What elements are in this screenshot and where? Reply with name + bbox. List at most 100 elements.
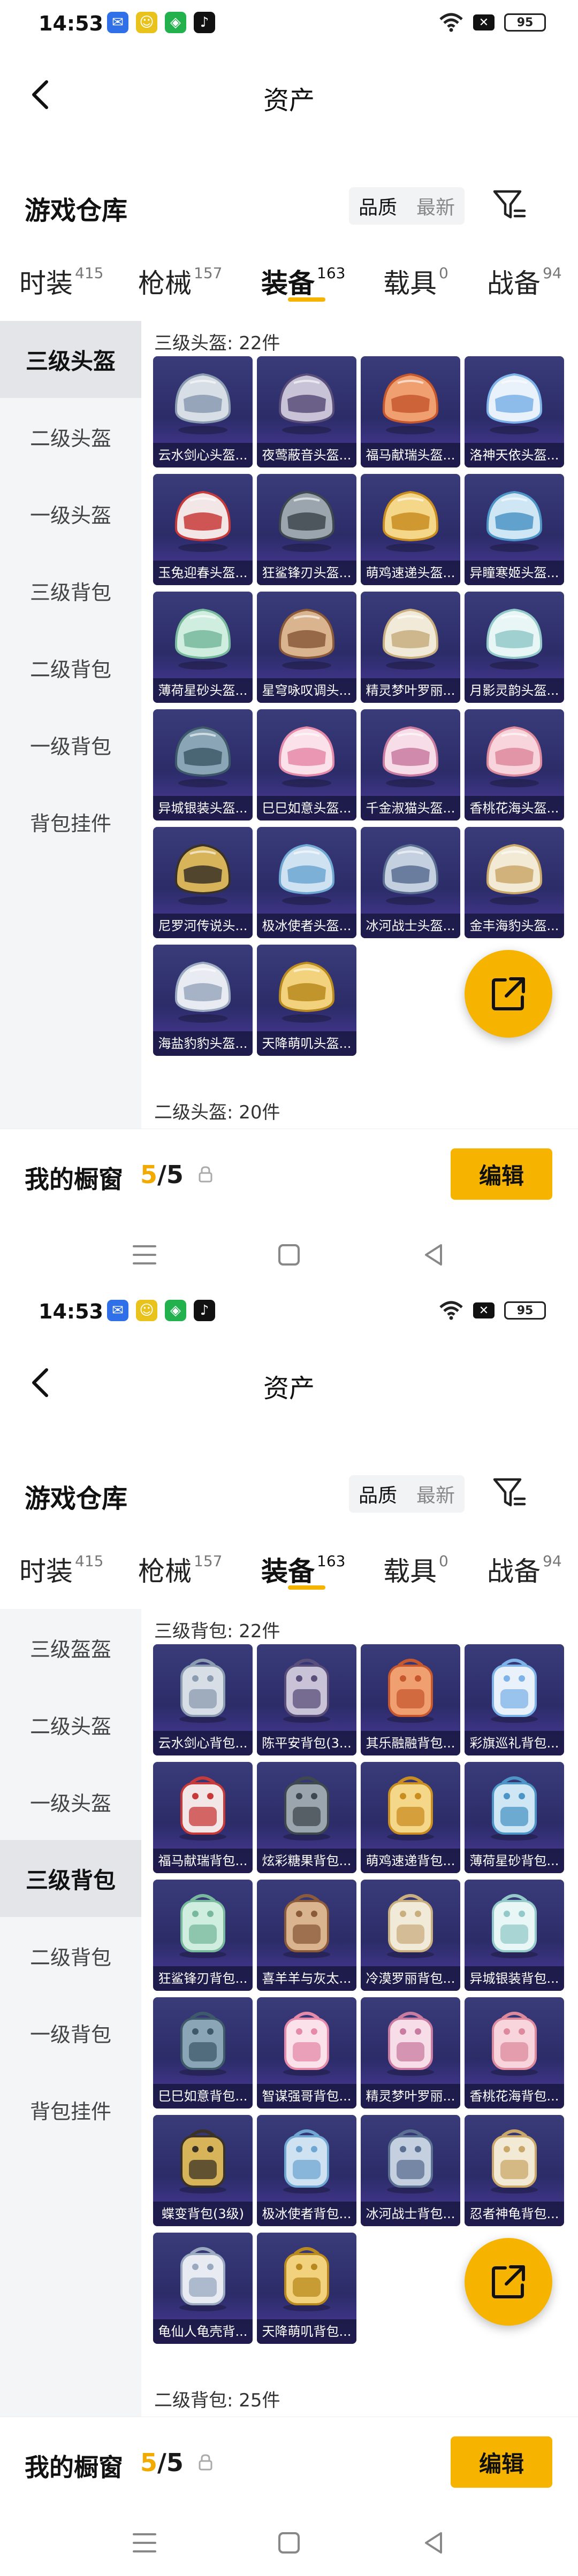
active-tab-indicator [288, 1585, 325, 1590]
item-card[interactable]: 香桃花海背包... [465, 1997, 564, 2109]
item-card[interactable]: 云水剑心头盔... [153, 356, 253, 467]
helmet-icon [165, 597, 240, 672]
item-card[interactable]: 月影灵韵头盔... [465, 592, 564, 703]
sort-newest-option[interactable]: 最新 [416, 192, 455, 220]
sidebar-item[interactable]: 二级背包 [0, 1917, 141, 1994]
item-card[interactable]: 智谋强哥背包... [257, 1997, 356, 2109]
sidebar-item[interactable]: 三级背包 [0, 552, 141, 629]
item-card[interactable]: 巳巳如意头盔... [257, 709, 356, 821]
item-card[interactable]: 金丰海豹头盔... [465, 827, 564, 938]
item-card[interactable]: 洛神天依头盔... [465, 356, 564, 467]
item-card[interactable]: 云水剑心背包... [153, 1644, 253, 1755]
tab-count: 157 [194, 1552, 223, 1570]
sidebar-item[interactable]: 二级头盔 [0, 1686, 141, 1763]
item-card[interactable]: 忍者神龟背包... [465, 2115, 564, 2226]
item-card[interactable]: 异城银装背包... [465, 1880, 564, 1991]
item-card[interactable]: 冷漠罗丽背包... [361, 1880, 460, 1991]
item-card[interactable]: 狂鲨锋刃头盔... [257, 474, 356, 585]
tab-1[interactable]: 枪械 157 [138, 262, 222, 301]
item-card[interactable]: 冰河战士头盔... [361, 827, 460, 938]
item-card[interactable]: 喜羊羊与灰太... [257, 1880, 356, 1991]
sidebar-item[interactable]: 一级背包 [0, 706, 141, 783]
item-name: 星穹咏叹调头... [257, 678, 356, 703]
item-card[interactable]: 蝶变背包(3级) [153, 2115, 253, 2226]
showcase-title: 我的橱窗 [25, 2453, 123, 2482]
home-icon[interactable] [273, 2527, 305, 2559]
item-card[interactable]: 天降萌叽背包... [257, 2233, 356, 2344]
item-card[interactable]: 极冰使者头盔... [257, 827, 356, 938]
item-card[interactable]: 萌鸡速递头盔... [361, 474, 460, 585]
backpack-icon [477, 2120, 552, 2195]
sidebar-item[interactable]: 一级头盔 [0, 475, 141, 552]
item-card[interactable]: 香桃花海头盔... [465, 709, 564, 821]
showcase-used: 5 [140, 1160, 158, 1189]
back-nav-icon[interactable] [417, 2527, 450, 2559]
sidebar-item[interactable]: 二级头盔 [0, 398, 141, 475]
sidebar-item[interactable]: 二级背包 [0, 629, 141, 706]
subcategory-sidebar: 三级头盔 二级头盔 一级头盔 三级背包 二级背包 一级背包 背包挂件 [0, 321, 141, 1129]
item-card[interactable]: 福马献瑞头盔... [361, 356, 460, 467]
tab-2[interactable]: 装备 163 [261, 1550, 345, 1589]
share-button[interactable] [465, 950, 552, 1038]
tab-0[interactable]: 时装 415 [19, 1550, 103, 1589]
menu-icon[interactable] [128, 1239, 161, 1271]
item-card[interactable]: 异城银装头盔... [153, 709, 253, 821]
tab-4[interactable]: 战备 94 [487, 262, 562, 301]
item-card[interactable]: 千金淑猫头盔... [361, 709, 460, 821]
menu-icon[interactable] [128, 2527, 161, 2559]
item-card[interactable]: 巳巳如意背包... [153, 1997, 253, 2109]
tab-0[interactable]: 时装 415 [19, 262, 103, 301]
sidebar-item[interactable]: 一级头盔 [0, 1763, 141, 1840]
sort-newest-option[interactable]: 最新 [416, 1480, 455, 1508]
sidebar-item[interactable]: 背包挂件 [0, 783, 141, 860]
back-nav-icon[interactable] [417, 1239, 450, 1271]
item-card[interactable]: 冰河战士背包... [361, 2115, 460, 2226]
item-card[interactable]: 异瞳寒姬头盔... [465, 474, 564, 585]
item-card[interactable]: 其乐融融背包... [361, 1644, 460, 1755]
sidebar-item[interactable]: 三级背包 [0, 1840, 141, 1917]
item-card[interactable]: 尼罗河传说头... [153, 827, 253, 938]
tab-3[interactable]: 载具 0 [383, 262, 448, 301]
status-bar: 14:53 ✉ ☺ ◈ ♪ ✕ 95 [0, 1288, 578, 1336]
sidebar-item[interactable]: 三级头盔 [0, 321, 141, 398]
item-card[interactable]: 天降萌叽头盔... [257, 945, 356, 1056]
item-card[interactable]: 薄荷星砂头盔... [153, 592, 253, 703]
item-card[interactable]: 陈平安背包(3... [257, 1644, 356, 1755]
filter-icon[interactable] [491, 186, 529, 224]
item-card[interactable]: 福马献瑞背包... [153, 1762, 253, 1873]
sort-quality-option[interactable]: 品质 [359, 1480, 397, 1508]
home-icon[interactable] [273, 1239, 305, 1271]
item-card[interactable]: 极冰使者背包... [257, 2115, 356, 2226]
helmet-icon [165, 479, 240, 554]
share-button[interactable] [465, 2238, 552, 2326]
item-card[interactable]: 萌鸡速递背包... [361, 1762, 460, 1873]
sidebar-item[interactable]: 一级背包 [0, 1994, 141, 2071]
item-card[interactable]: 彩旗巡礼背包... [465, 1644, 564, 1755]
notification-icons: ✉ ☺ ◈ ♪ [107, 1300, 215, 1321]
item-card[interactable]: 精灵梦叶罗丽... [361, 1997, 460, 2109]
item-card[interactable]: 龟仙人龟壳背... [153, 2233, 253, 2344]
item-card[interactable]: 炫彩糖果背包... [257, 1762, 356, 1873]
item-card[interactable]: 狂鲨锋刃背包... [153, 1880, 253, 1991]
item-card[interactable]: 星穹咏叹调头... [257, 592, 356, 703]
item-card[interactable]: 薄荷星砂背包... [465, 1762, 564, 1873]
item-card[interactable]: 精灵梦叶罗丽... [361, 592, 460, 703]
tab-3[interactable]: 载具 0 [383, 1550, 448, 1589]
sort-quality-option[interactable]: 品质 [359, 192, 397, 220]
filter-icon[interactable] [491, 1474, 529, 1512]
item-card[interactable]: 玉兔迎春头盔... [153, 474, 253, 585]
warehouse-header: 游戏仓库 品质 最新 [0, 1465, 578, 1518]
sidebar-item[interactable]: 背包挂件 [0, 2071, 141, 2148]
edit-button[interactable]: 编辑 [451, 2436, 552, 2488]
tab-count: 157 [194, 264, 223, 282]
item-card[interactable]: 海盐豹豹头盔... [153, 945, 253, 1056]
item-name: 夜莺蔽音头盔... [257, 443, 356, 467]
sidebar-item[interactable]: 三级盔盔 [0, 1609, 141, 1686]
tab-label: 战备 [487, 1556, 541, 1587]
tab-2[interactable]: 装备 163 [261, 262, 345, 301]
edit-button[interactable]: 编辑 [451, 1148, 552, 1200]
tab-4[interactable]: 战备 94 [487, 1550, 562, 1589]
tab-1[interactable]: 枪械 157 [138, 1550, 222, 1589]
item-card[interactable]: 夜莺蔽音头盔... [257, 356, 356, 467]
item-name: 其乐融融背包... [361, 1731, 460, 1755]
